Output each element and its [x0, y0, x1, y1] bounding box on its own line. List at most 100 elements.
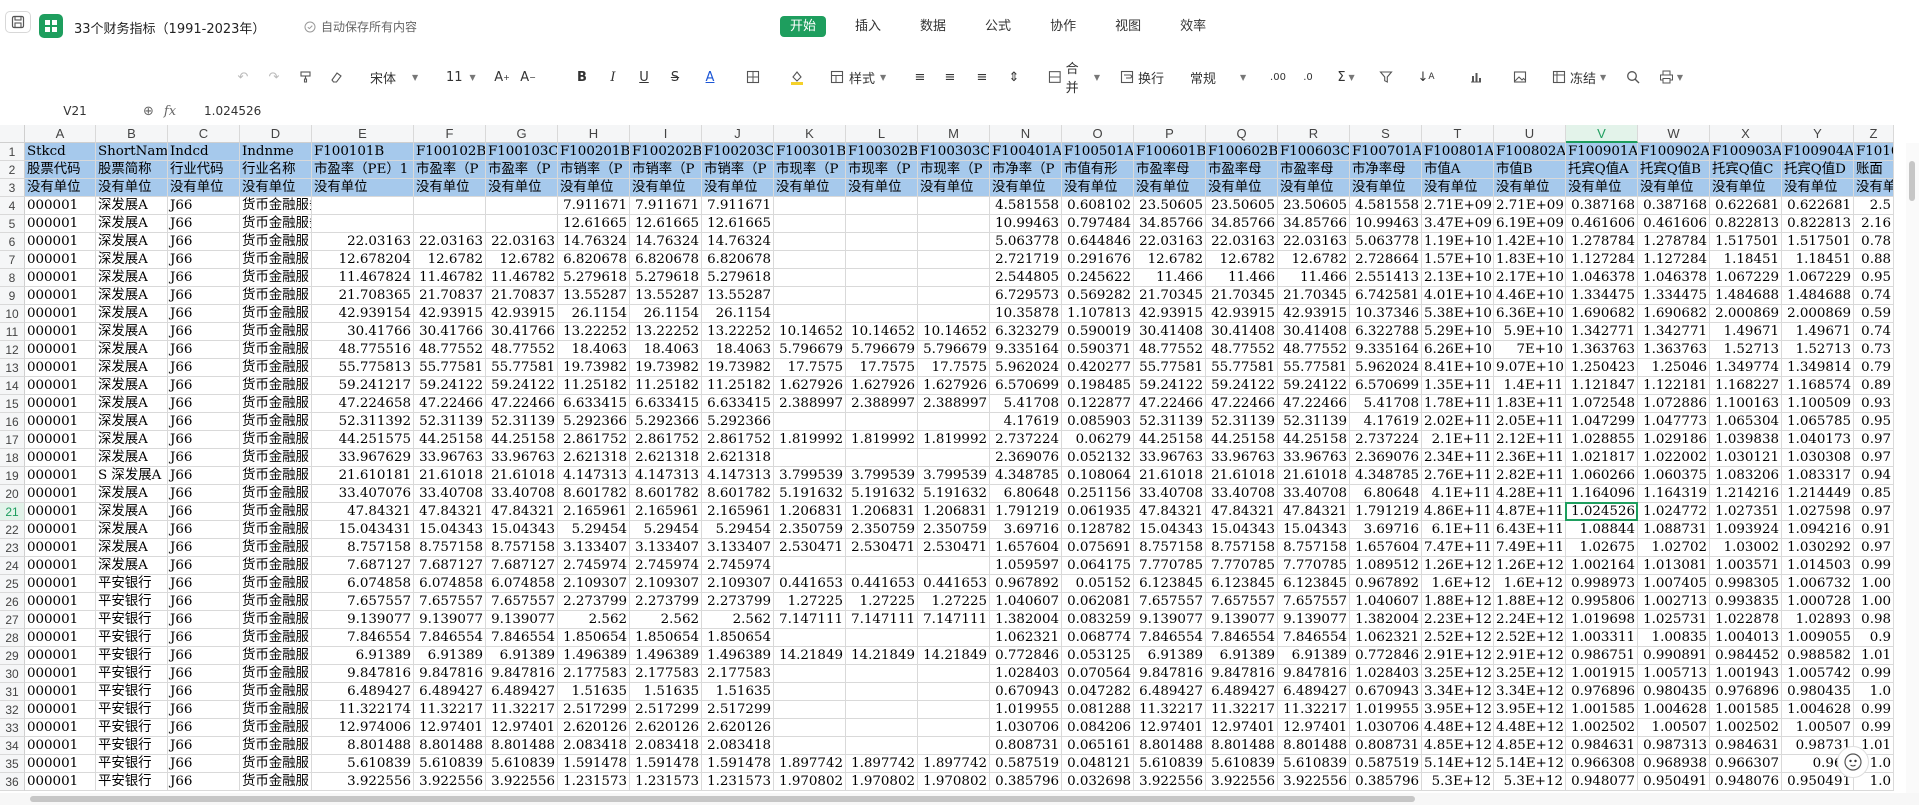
table-cell[interactable]: 没有单位 — [1422, 179, 1494, 197]
table-cell[interactable]: 深发展A — [96, 395, 168, 413]
table-cell[interactable]: 10.37346 — [1350, 305, 1422, 323]
table-cell[interactable]: 5.279618 — [558, 269, 630, 287]
table-cell[interactable]: 5.610839 — [414, 755, 486, 773]
eraser-icon[interactable] — [326, 59, 346, 95]
table-cell[interactable]: 10.14652 — [846, 323, 918, 341]
table-cell[interactable]: 0.108064 — [1062, 467, 1134, 485]
format-painter-icon[interactable] — [296, 59, 316, 95]
table-cell[interactable]: 9.847816 — [486, 665, 558, 683]
table-cell[interactable]: 52.31139 — [1278, 413, 1350, 431]
table-cell[interactable]: 8.757158 — [486, 539, 558, 557]
table-cell[interactable]: J66 — [168, 341, 240, 359]
table-cell[interactable]: 1.005742 — [1782, 665, 1854, 683]
table-cell[interactable]: 5.191632 — [774, 485, 846, 503]
table-cell[interactable]: 7.657557 — [1278, 593, 1350, 611]
table-cell[interactable]: 0.822813 — [1710, 215, 1782, 233]
table-cell[interactable]: 行业代码 — [168, 161, 240, 179]
table-cell[interactable]: 3.922556 — [1206, 773, 1278, 791]
table-cell[interactable]: 44.251575 — [312, 431, 414, 449]
table-cell[interactable]: 1.349814 — [1782, 359, 1854, 377]
table-cell[interactable]: 市值A — [1422, 161, 1494, 179]
table-cell[interactable]: 0.95 — [1854, 413, 1894, 431]
table-cell[interactable]: 11.46782 — [486, 269, 558, 287]
table-cell[interactable]: 2.388997 — [846, 395, 918, 413]
table-cell[interactable]: S 深发展A — [96, 467, 168, 485]
table-cell[interactable]: 1.046378 — [1638, 269, 1710, 287]
table-cell[interactable]: 2.620126 — [630, 719, 702, 737]
table-cell[interactable]: 没有单位 — [1062, 179, 1134, 197]
table-cell[interactable] — [846, 197, 918, 215]
table-cell[interactable]: 货币金融服 — [240, 467, 312, 485]
table-cell[interactable]: 1.0 — [1854, 683, 1894, 701]
table-cell[interactable]: 0.78 — [1854, 233, 1894, 251]
table-cell[interactable]: 1.089512 — [1350, 557, 1422, 575]
table-cell[interactable]: 深发展A — [96, 287, 168, 305]
number-format-select[interactable]: 常规 ▼ — [1190, 59, 1256, 95]
row-header[interactable]: 34 — [0, 737, 25, 755]
column-header[interactable]: C — [168, 125, 240, 143]
table-cell[interactable]: 5.796679 — [846, 341, 918, 359]
table-cell[interactable]: 000001 — [25, 287, 96, 305]
column-header[interactable]: L — [846, 125, 918, 143]
table-cell[interactable]: 货币金融服 — [240, 629, 312, 647]
table-cell[interactable]: 1.083206 — [1710, 467, 1782, 485]
table-cell[interactable]: 1.093924 — [1710, 521, 1782, 539]
table-cell[interactable]: 0.587519 — [990, 755, 1062, 773]
table-cell[interactable]: 没有单位 — [25, 179, 96, 197]
table-cell[interactable]: 59.24122 — [1206, 377, 1278, 395]
table-cell[interactable]: 5.610839 — [312, 755, 414, 773]
row-header[interactable]: 22 — [0, 521, 25, 539]
row-header[interactable]: 8 — [0, 269, 25, 287]
table-cell[interactable]: 11.466 — [1134, 269, 1206, 287]
table-cell[interactable]: J66 — [168, 521, 240, 539]
table-cell[interactable]: F100303C — [918, 143, 990, 161]
table-cell[interactable]: 0.461606 — [1566, 215, 1638, 233]
table-cell[interactable]: 5.292366 — [702, 413, 774, 431]
table-cell[interactable]: 0.93 — [1854, 395, 1894, 413]
table-cell[interactable]: 1.382004 — [1350, 611, 1422, 629]
table-cell[interactable]: 21.708365 — [312, 287, 414, 305]
table-cell[interactable]: 7.846554 — [1134, 629, 1206, 647]
table-cell[interactable]: 10.99463 — [990, 215, 1062, 233]
table-cell[interactable]: 0.385796 — [1350, 773, 1422, 791]
table-cell[interactable]: 11.467824 — [312, 269, 414, 287]
table-cell[interactable]: 000001 — [25, 305, 96, 323]
table-cell[interactable]: 8.757158 — [1134, 539, 1206, 557]
table-cell[interactable]: F100102B — [414, 143, 486, 161]
table-cell[interactable]: 9.847816 — [312, 665, 414, 683]
table-cell[interactable]: 0.122877 — [1062, 395, 1134, 413]
table-cell[interactable] — [918, 233, 990, 251]
row-header[interactable]: 19 — [0, 467, 25, 485]
table-cell[interactable]: 12.97401 — [1206, 719, 1278, 737]
table-cell[interactable]: 9.847816 — [1278, 665, 1350, 683]
select-all-corner[interactable] — [0, 125, 25, 143]
table-cell[interactable]: 0.081288 — [1062, 701, 1134, 719]
table-cell[interactable]: 42.93915 — [486, 305, 558, 323]
table-cell[interactable] — [918, 683, 990, 701]
table-cell[interactable]: 11.25182 — [630, 377, 702, 395]
table-cell[interactable]: 1.040173 — [1782, 431, 1854, 449]
table-cell[interactable]: 0.79 — [1854, 359, 1894, 377]
table-cell[interactable]: F100103C — [486, 143, 558, 161]
table-cell[interactable]: 5.063778 — [1350, 233, 1422, 251]
table-cell[interactable]: 18.4063 — [630, 341, 702, 359]
table-cell[interactable]: 货币金融服 — [240, 665, 312, 683]
table-cell[interactable]: 14.21849 — [918, 647, 990, 665]
table-cell[interactable]: 000001 — [25, 593, 96, 611]
table-cell[interactable]: 深发展A — [96, 485, 168, 503]
table-cell[interactable]: 5.9E+10 — [1494, 323, 1566, 341]
table-cell[interactable] — [774, 665, 846, 683]
row-header[interactable]: 2 — [0, 161, 25, 179]
table-cell[interactable]: 8.601782 — [630, 485, 702, 503]
table-cell[interactable]: 1.78E+11 — [1422, 395, 1494, 413]
table-cell[interactable]: 1.029186 — [1638, 431, 1710, 449]
table-cell[interactable]: 6.91389 — [1278, 647, 1350, 665]
search-icon[interactable] — [1622, 59, 1644, 95]
table-cell[interactable]: 3.922556 — [486, 773, 558, 791]
table-cell[interactable]: 1.002502 — [1566, 719, 1638, 737]
table-cell[interactable]: 6.19E+09 — [1494, 215, 1566, 233]
table-cell[interactable] — [414, 215, 486, 233]
table-cell[interactable]: 6.489427 — [312, 683, 414, 701]
table-cell[interactable]: 000001 — [25, 737, 96, 755]
table-cell[interactable]: 1.26E+12 — [1422, 557, 1494, 575]
